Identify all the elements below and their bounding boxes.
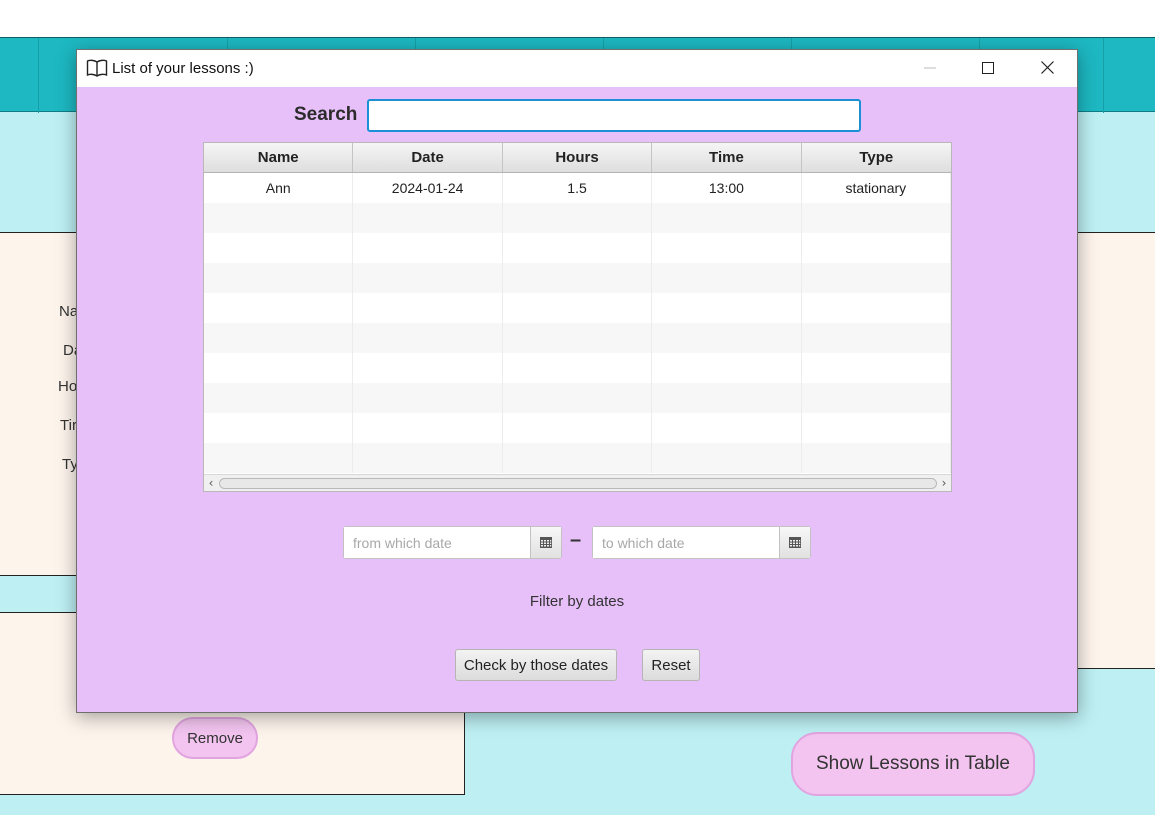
table-row[interactable]: Ann 2024-01-24 1.5 13:00 stationary [204, 173, 951, 203]
close-icon [1040, 59, 1054, 78]
lessons-dialog: List of your lessons :) Search Name Date… [76, 49, 1078, 713]
cell-date: 2024-01-24 [353, 173, 503, 203]
form-label-time: Tir [60, 417, 77, 434]
scroll-right-icon[interactable]: › [938, 476, 950, 490]
empty-table-row [204, 323, 951, 353]
empty-table-row [204, 233, 951, 263]
from-date-picker [343, 526, 562, 559]
table-body: Ann 2024-01-24 1.5 13:00 stationary [204, 173, 951, 473]
column-header-name[interactable]: Name [204, 143, 354, 172]
calendar-icon [540, 533, 552, 552]
to-date-calendar-button[interactable] [779, 527, 810, 558]
filter-by-dates-label: Filter by dates [529, 593, 625, 610]
check-dates-button[interactable]: Check by those dates [455, 649, 617, 681]
cell-name: Ann [204, 173, 354, 203]
empty-table-row [204, 353, 951, 383]
header-divider [38, 38, 39, 113]
form-label-hours: Ho [58, 378, 78, 395]
close-button[interactable] [1018, 50, 1076, 87]
column-header-time[interactable]: Time [652, 143, 802, 172]
horizontal-scrollbar[interactable]: ‹ › [204, 474, 951, 491]
empty-table-row [204, 203, 951, 233]
cell-type: stationary [802, 173, 951, 203]
column-header-hours[interactable]: Hours [503, 143, 653, 172]
cell-hours: 1.5 [503, 173, 653, 203]
table-header: Name Date Hours Time Type [204, 143, 951, 173]
dialog-titlebar[interactable]: List of your lessons :) [77, 50, 1077, 87]
maximize-icon [982, 59, 994, 78]
header-divider [1103, 38, 1104, 113]
right-panel [1076, 232, 1155, 669]
maximize-button[interactable] [959, 50, 1017, 87]
column-header-type[interactable]: Type [802, 143, 951, 172]
calendar-icon [789, 533, 801, 552]
search-label: Search [294, 104, 358, 125]
from-date-calendar-button[interactable] [530, 527, 561, 558]
empty-table-row [204, 263, 951, 293]
to-date-picker [592, 526, 811, 559]
minimize-icon [924, 59, 936, 78]
to-date-input[interactable] [593, 527, 779, 558]
date-range-separator: – [570, 529, 582, 551]
column-header-date[interactable]: Date [353, 143, 503, 172]
empty-table-row [204, 443, 951, 473]
show-lessons-table-button[interactable]: Show Lessons in Table [791, 732, 1035, 796]
book-icon [86, 58, 108, 78]
dialog-title: List of your lessons :) [112, 60, 254, 77]
empty-table-row [204, 383, 951, 413]
scroll-left-icon[interactable]: ‹ [205, 476, 217, 490]
scrollbar-thumb[interactable] [219, 478, 937, 489]
cell-time: 13:00 [652, 173, 802, 203]
remove-button[interactable]: Remove [172, 717, 258, 759]
reset-button[interactable]: Reset [642, 649, 700, 681]
minimize-button[interactable] [901, 50, 959, 87]
empty-table-row [204, 293, 951, 323]
search-input[interactable] [367, 99, 861, 132]
lessons-table[interactable]: Name Date Hours Time Type Ann 2024-01-24… [203, 142, 952, 492]
from-date-input[interactable] [344, 527, 530, 558]
empty-table-row [204, 413, 951, 443]
